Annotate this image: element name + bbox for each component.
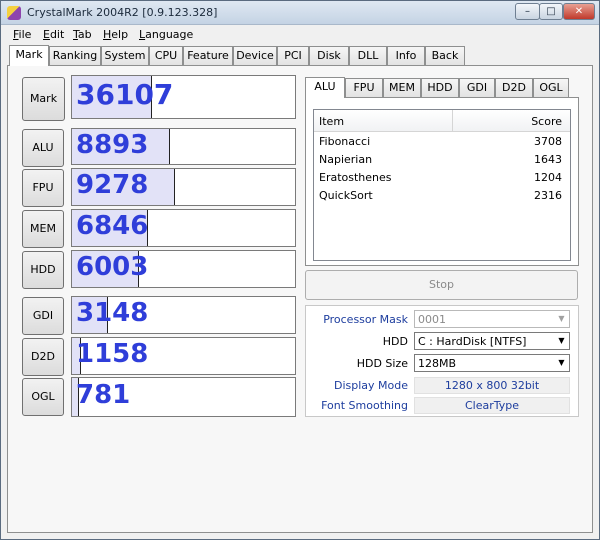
list-header: Item Score — [314, 110, 570, 132]
chevron-down-icon: ▼ — [558, 314, 565, 323]
hdd-size-label: HDD Size — [356, 357, 408, 370]
minimize-button[interactable]: – — [515, 3, 540, 20]
list-item[interactable]: QuickSort 2316 — [314, 187, 570, 205]
column-divider[interactable] — [452, 110, 453, 132]
menu-language[interactable]: Language — [139, 28, 193, 41]
subtab-d2d[interactable]: D2D — [495, 78, 533, 97]
mark-button[interactable]: Mark — [22, 77, 65, 121]
mem-score-box: 6846 — [71, 209, 296, 247]
hdd-label: HDD — [382, 335, 408, 348]
mark-score-box: 36107 — [71, 75, 296, 119]
column-item-header[interactable]: Item — [319, 115, 344, 128]
tab-disk[interactable]: Disk — [309, 46, 349, 65]
title-bar[interactable]: CrystalMark 2004R2 [0.9.123.328] – □ ✕ — [1, 1, 599, 25]
result-item-name: QuickSort — [319, 189, 373, 202]
gdi-button[interactable]: GDI — [22, 297, 64, 335]
chevron-down-icon[interactable]: ▼ — [554, 333, 569, 349]
result-item-score: 1643 — [534, 153, 562, 166]
fpu-button[interactable]: FPU — [22, 169, 64, 207]
display-mode-label: Display Mode — [333, 379, 408, 392]
alu-score: 8893 — [76, 130, 149, 160]
list-item[interactable]: Eratosthenes 1204 — [314, 169, 570, 187]
subtab-alu[interactable]: ALU — [305, 77, 345, 98]
subtab-gdi[interactable]: GDI — [459, 78, 495, 97]
menu-bar: File Edit Tab Help Language — [1, 26, 599, 44]
stop-button[interactable]: Stop — [305, 270, 578, 300]
fpu-score: 9278 — [76, 170, 149, 200]
alu-button[interactable]: ALU — [22, 129, 64, 167]
fpu-score-box: 9278 — [71, 168, 296, 206]
subtab-fpu[interactable]: FPU — [345, 78, 383, 97]
tab-system[interactable]: System — [101, 46, 149, 65]
subtab-hdd[interactable]: HDD — [421, 78, 459, 97]
list-item[interactable]: Fibonacci 3708 — [314, 133, 570, 151]
hdd-score: 6003 — [76, 252, 149, 282]
list-item[interactable]: Napierian 1643 — [314, 151, 570, 169]
hdd-select-value: C : HardDisk [NTFS] — [418, 335, 527, 348]
ogl-score-box: 781 — [71, 377, 296, 417]
subtab-ogl[interactable]: OGL — [533, 78, 569, 97]
mem-button[interactable]: MEM — [22, 210, 64, 248]
close-button[interactable]: ✕ — [563, 3, 595, 20]
tab-device[interactable]: Device — [233, 46, 277, 65]
menu-edit[interactable]: Edit — [43, 28, 64, 41]
gdi-score-box: 3148 — [71, 296, 296, 334]
hdd-button[interactable]: HDD — [22, 251, 64, 289]
result-item-score: 1204 — [534, 171, 562, 184]
tab-back[interactable]: Back — [425, 46, 465, 65]
hdd-size-select[interactable]: 128MB ▼ — [414, 354, 570, 372]
tab-info[interactable]: Info — [387, 46, 425, 65]
gdi-score: 3148 — [76, 298, 149, 328]
result-item-score: 3708 — [534, 135, 562, 148]
processor-mask-value: 0001 — [418, 313, 446, 326]
hdd-select[interactable]: C : HardDisk [NTFS] ▼ — [414, 332, 570, 350]
tab-dll[interactable]: DLL — [349, 46, 387, 65]
result-item-score: 2316 — [534, 189, 562, 202]
processor-mask-label: Processor Mask — [323, 313, 408, 326]
font-smoothing-label: Font Smoothing — [321, 399, 408, 412]
subtab-mem[interactable]: MEM — [383, 78, 421, 97]
tab-mark[interactable]: Mark — [9, 45, 49, 66]
result-item-name: Eratosthenes — [319, 171, 392, 184]
hdd-size-value: 128MB — [418, 357, 457, 370]
maximize-button[interactable]: □ — [539, 3, 563, 20]
results-list[interactable]: Item Score Fibonacci 3708 Napierian 1643… — [313, 109, 571, 261]
result-item-name: Fibonacci — [319, 135, 371, 148]
alu-score-box: 8893 — [71, 128, 296, 165]
app-window: CrystalMark 2004R2 [0.9.123.328] – □ ✕ F… — [0, 0, 600, 540]
menu-file[interactable]: File — [13, 28, 31, 41]
ogl-button[interactable]: OGL — [22, 378, 64, 416]
menu-tab[interactable]: Tab — [73, 28, 92, 41]
font-smoothing-value: ClearType — [414, 397, 570, 414]
d2d-score: 1158 — [76, 339, 149, 369]
ogl-score: 781 — [76, 380, 131, 410]
d2d-score-box: 1158 — [71, 337, 296, 375]
window-title: CrystalMark 2004R2 [0.9.123.328] — [27, 6, 218, 19]
app-icon — [7, 6, 21, 20]
processor-mask-select: 0001 ▼ — [414, 310, 570, 328]
menu-help[interactable]: Help — [103, 28, 128, 41]
column-score-header[interactable]: Score — [531, 115, 562, 128]
d2d-button[interactable]: D2D — [22, 338, 64, 376]
hdd-score-box: 6003 — [71, 250, 296, 288]
tab-pci[interactable]: PCI — [277, 46, 309, 65]
mark-score: 36107 — [76, 78, 174, 111]
tab-feature[interactable]: Feature — [183, 46, 233, 65]
display-mode-value: 1280 x 800 32bit — [414, 377, 570, 394]
result-item-name: Napierian — [319, 153, 373, 166]
mem-score: 6846 — [76, 211, 149, 241]
tab-ranking[interactable]: Ranking — [49, 46, 101, 65]
tab-cpu[interactable]: CPU — [149, 46, 183, 65]
chevron-down-icon[interactable]: ▼ — [554, 355, 569, 371]
